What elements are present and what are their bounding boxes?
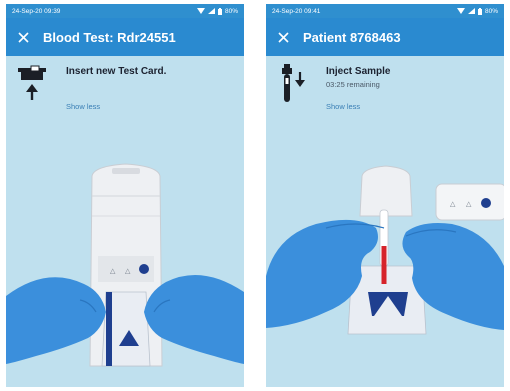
- insert-card-illustration: △ △: [6, 163, 244, 367]
- show-less-link[interactable]: Show less: [66, 102, 100, 111]
- svg-text:△: △: [466, 201, 472, 208]
- svg-text:△: △: [110, 268, 116, 275]
- instruction-title: Inject Sample: [326, 66, 391, 77]
- status-time: 24-Sep-20 09:39: [12, 7, 61, 15]
- status-bar: 24-Sep-20 09:39 80%: [6, 4, 244, 18]
- instruction-title: Insert new Test Card.: [66, 66, 167, 77]
- wifi-icon: [456, 8, 465, 14]
- status-bar: 24-Sep-20 09:41 80%: [266, 4, 504, 18]
- page-title: Patient 8768463: [303, 29, 401, 45]
- page-title: Blood Test: Rdr24551: [43, 29, 176, 45]
- battery-icon: [217, 7, 222, 15]
- close-icon: [17, 31, 29, 43]
- reader-device-side: △ △: [435, 183, 504, 221]
- inject-sample-icon: [282, 64, 305, 102]
- battery-level: 80%: [484, 7, 498, 15]
- inject-sample-illustration: △ △: [266, 165, 504, 335]
- close-icon: [277, 31, 289, 43]
- time-remaining: 03:25 remaining: [326, 80, 380, 89]
- svg-text:△: △: [450, 201, 456, 208]
- close-button[interactable]: [15, 29, 31, 45]
- status-time: 24-Sep-20 09:41: [272, 7, 321, 15]
- instruction-panel: Insert new Test Card. Show less: [6, 56, 244, 116]
- svg-text:△: △: [125, 268, 131, 275]
- app-bar: Patient 8768463: [266, 18, 504, 56]
- signal-icon: [207, 8, 215, 14]
- left-phone-screen: 24-Sep-20 09:39 80% Blood Test: Rdr24551…: [6, 4, 244, 387]
- instruction-panel: Inject Sample 03:25 remaining Show less: [266, 56, 504, 116]
- signal-icon: [467, 8, 475, 14]
- battery-icon: [477, 7, 482, 15]
- close-button[interactable]: [275, 29, 291, 45]
- test-card: [101, 291, 151, 367]
- battery-level: 80%: [224, 7, 238, 15]
- app-bar: Blood Test: Rdr24551: [6, 18, 244, 56]
- show-less-link[interactable]: Show less: [326, 102, 360, 111]
- wifi-icon: [196, 8, 205, 14]
- right-phone-screen: 24-Sep-20 09:41 80% Patient 8768463 Inje…: [266, 4, 504, 387]
- insert-card-icon: [18, 65, 46, 100]
